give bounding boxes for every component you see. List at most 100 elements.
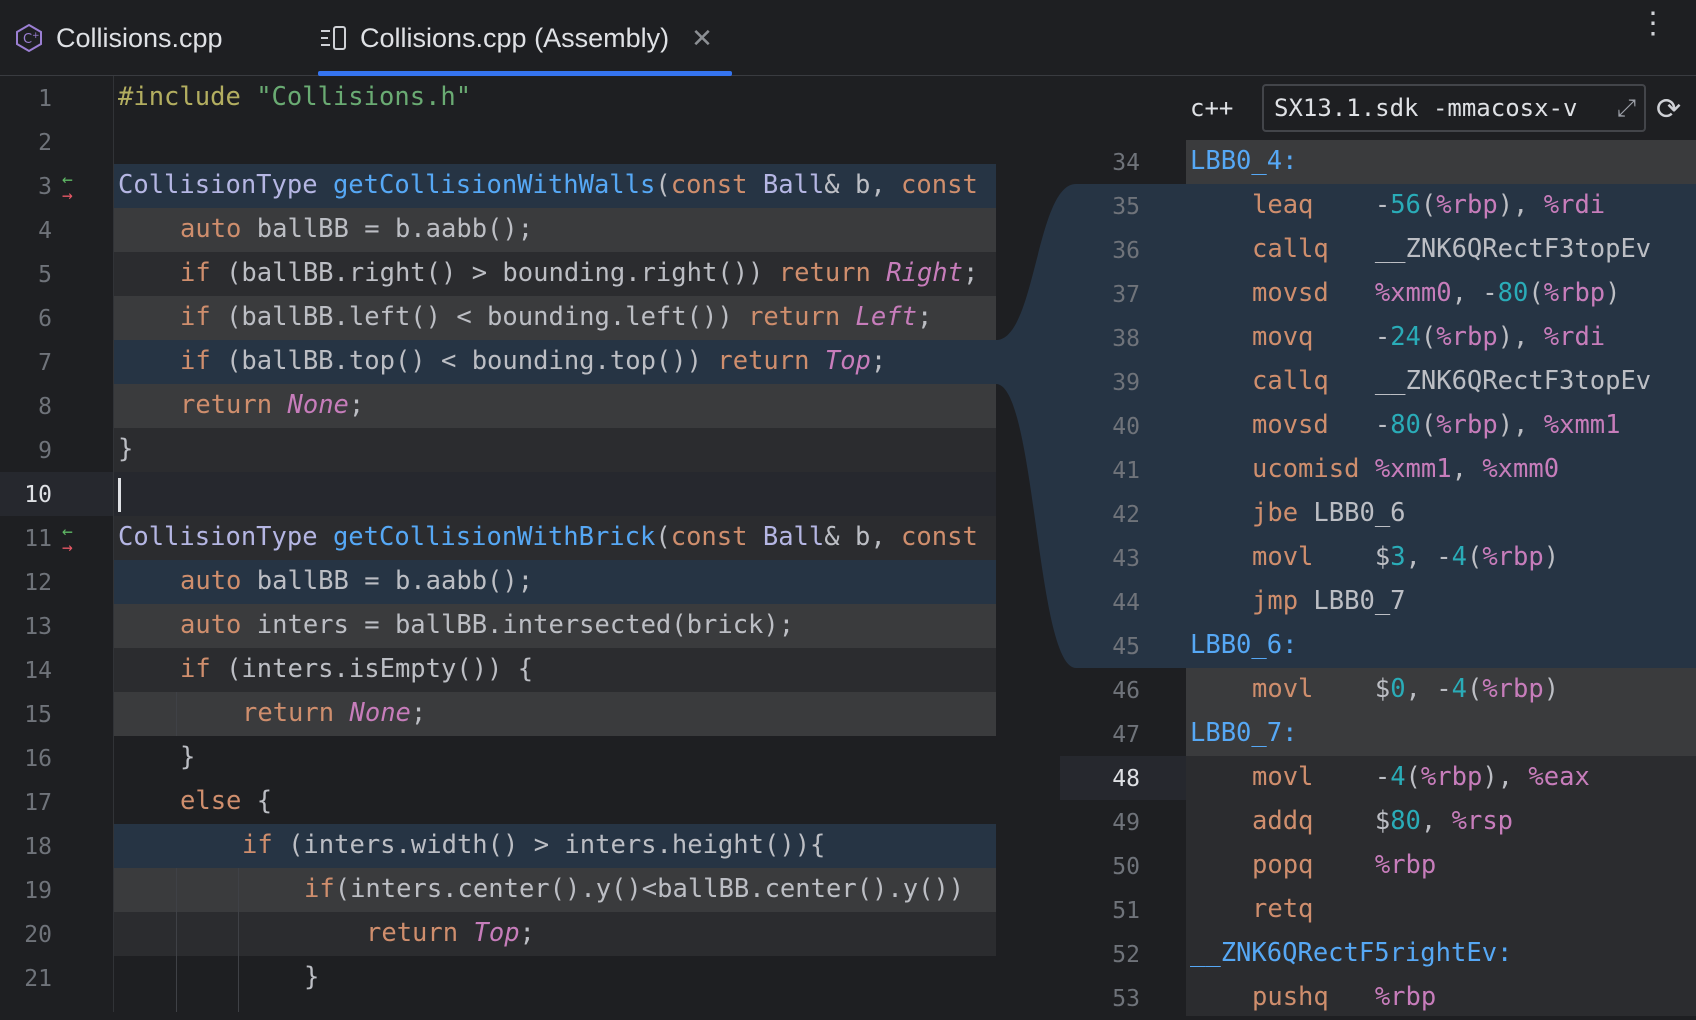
asm-line-number: 46: [1112, 678, 1140, 704]
active-tab-indicator: [318, 71, 732, 76]
code-line: if (ballBB.right() > bounding.right()) r…: [180, 258, 979, 288]
asm-line: LBB0_7:: [1190, 718, 1298, 748]
reload-icon[interactable]: ⟳: [1656, 92, 1681, 127]
assembly-file-icon: [318, 23, 348, 53]
line-number: 8: [38, 394, 52, 420]
asm-line: popq %rbp: [1252, 850, 1437, 880]
code-line: if (inters.width() > inters.height()){: [242, 830, 826, 860]
code-line: }: [180, 742, 196, 772]
asm-line: LBB0_6:: [1190, 630, 1298, 660]
asm-line-number: 51: [1112, 898, 1140, 924]
asm-line-number: 43: [1112, 546, 1140, 572]
compiler-flags-text: SX13.1.sdk -mmacosx-v: [1274, 94, 1578, 122]
code-line: auto ballBB = b.aabb();: [180, 566, 534, 596]
line-number: 6: [38, 306, 52, 332]
code-line: if (ballBB.top() < bounding.top()) retur…: [180, 346, 887, 376]
asm-line-number: 49: [1112, 810, 1140, 836]
expand-icon[interactable]: ⤢: [1617, 94, 1636, 122]
line-number: 2: [38, 130, 52, 156]
cpp-file-icon: C +: [14, 23, 44, 53]
code-line: return None;: [242, 698, 427, 728]
indent-guide: [176, 692, 177, 736]
asm-line: movl $3, -4(%rbp): [1252, 542, 1560, 572]
line-number: 19: [24, 878, 52, 904]
code-line: else {: [180, 786, 273, 816]
code-line: auto inters = ballBB.intersected(brick);: [180, 610, 795, 640]
asm-line: jmp LBB0_7: [1252, 586, 1406, 616]
line-number: 12: [24, 570, 52, 596]
current-line-highlight: [0, 472, 996, 516]
code-line: }: [304, 962, 320, 992]
asm-line-number: 41: [1112, 458, 1140, 484]
asm-line: callq __ZNK6QRectF3topEv: [1252, 366, 1652, 396]
asm-line: callq __ZNK6QRectF3topEv: [1252, 234, 1652, 264]
line-number: 18: [24, 834, 52, 860]
indent-guide: [238, 868, 239, 1012]
text-cursor: [118, 478, 121, 512]
code-line: return None;: [180, 390, 365, 420]
asm-line: jbe LBB0_6: [1252, 498, 1406, 528]
asm-line-number: 42: [1112, 502, 1140, 528]
code-line: return Top;: [366, 918, 535, 948]
asm-line-number: 45: [1112, 634, 1140, 660]
asm-line: movq -24(%rbp), %rdi: [1252, 322, 1606, 352]
language-label[interactable]: c++: [1190, 94, 1233, 122]
line-number: 4: [38, 218, 52, 244]
asm-line: movl -4(%rbp), %eax: [1252, 762, 1590, 792]
asm-line-number: 52: [1112, 942, 1140, 968]
line-number: 13: [24, 614, 52, 640]
asm-line-number: 35: [1112, 194, 1140, 220]
more-options-icon[interactable]: ⋮: [1638, 9, 1668, 39]
asm-line-number: 48: [1112, 766, 1140, 792]
code-line: CollisionType getCollisionWithBrick(cons…: [118, 522, 978, 552]
line-number: 15: [24, 702, 52, 728]
svg-text:C: C: [23, 32, 32, 47]
gutter-divider: [113, 76, 114, 1012]
navigate-to-assembly-icon[interactable]: ← →: [62, 171, 73, 205]
line-number: 7: [38, 350, 52, 376]
mapped-region: [114, 428, 996, 472]
line-number: 14: [24, 658, 52, 684]
line-number: 21: [24, 966, 52, 992]
compiler-flags-field[interactable]: SX13.1.sdk -mmacosx-v ⤢: [1262, 84, 1646, 132]
code-line: #include "Collisions.h": [118, 82, 472, 112]
code-line: if (ballBB.left() < bounding.left()) ret…: [180, 302, 933, 332]
asm-line: __ZNK6QRectF5rightEv:: [1190, 938, 1513, 968]
asm-line-number: 53: [1112, 986, 1140, 1012]
code-line: CollisionType getCollisionWithWalls(cons…: [118, 170, 978, 200]
asm-line-number: 47: [1112, 722, 1140, 748]
asm-line-number: 39: [1112, 370, 1140, 396]
line-number: 11: [24, 526, 52, 552]
asm-line-number: 37: [1112, 282, 1140, 308]
line-number: 17: [24, 790, 52, 816]
asm-line: movsd -80(%rbp), %xmm1: [1252, 410, 1621, 440]
code-line: if (inters.isEmpty()) {: [180, 654, 534, 684]
code-line: if(inters.center().y()<ballBB.center().y…: [304, 874, 965, 904]
source-assembly-connector: [996, 184, 1190, 668]
tab-collisions-assembly[interactable]: Collisions.cpp (Assembly) ✕: [318, 0, 713, 76]
asm-line-number: 34: [1112, 150, 1140, 176]
close-icon[interactable]: ✕: [691, 23, 713, 54]
asm-line-number: 36: [1112, 238, 1140, 264]
asm-line-number: 50: [1112, 854, 1140, 880]
mapped-region: [114, 912, 996, 956]
indent-guide: [176, 868, 177, 1012]
asm-line: addq $80, %rsp: [1252, 806, 1514, 836]
asm-line-number: 44: [1112, 590, 1140, 616]
navigate-to-assembly-icon[interactable]: ← →: [62, 523, 73, 557]
asm-line: retq: [1252, 894, 1314, 924]
tab-label: Collisions.cpp (Assembly): [360, 22, 670, 53]
asm-line: LBB0_4:: [1190, 146, 1298, 176]
tab-collisions-cpp[interactable]: C + Collisions.cpp: [14, 0, 223, 76]
asm-line: ucomisd %xmm1, %xmm0: [1252, 454, 1560, 484]
asm-line-number: 38: [1112, 326, 1140, 352]
tab-label: Collisions.cpp: [56, 22, 223, 53]
asm-line-number: 40: [1112, 414, 1140, 440]
asm-line: pushq %rbp: [1252, 982, 1437, 1012]
code-line: }: [118, 434, 134, 464]
asm-line: leaq -56(%rbp), %rdi: [1252, 190, 1606, 220]
code-line: auto ballBB = b.aabb();: [180, 214, 534, 244]
line-number: 3: [38, 174, 52, 200]
line-number: 16: [24, 746, 52, 772]
line-number: 9: [38, 438, 52, 464]
